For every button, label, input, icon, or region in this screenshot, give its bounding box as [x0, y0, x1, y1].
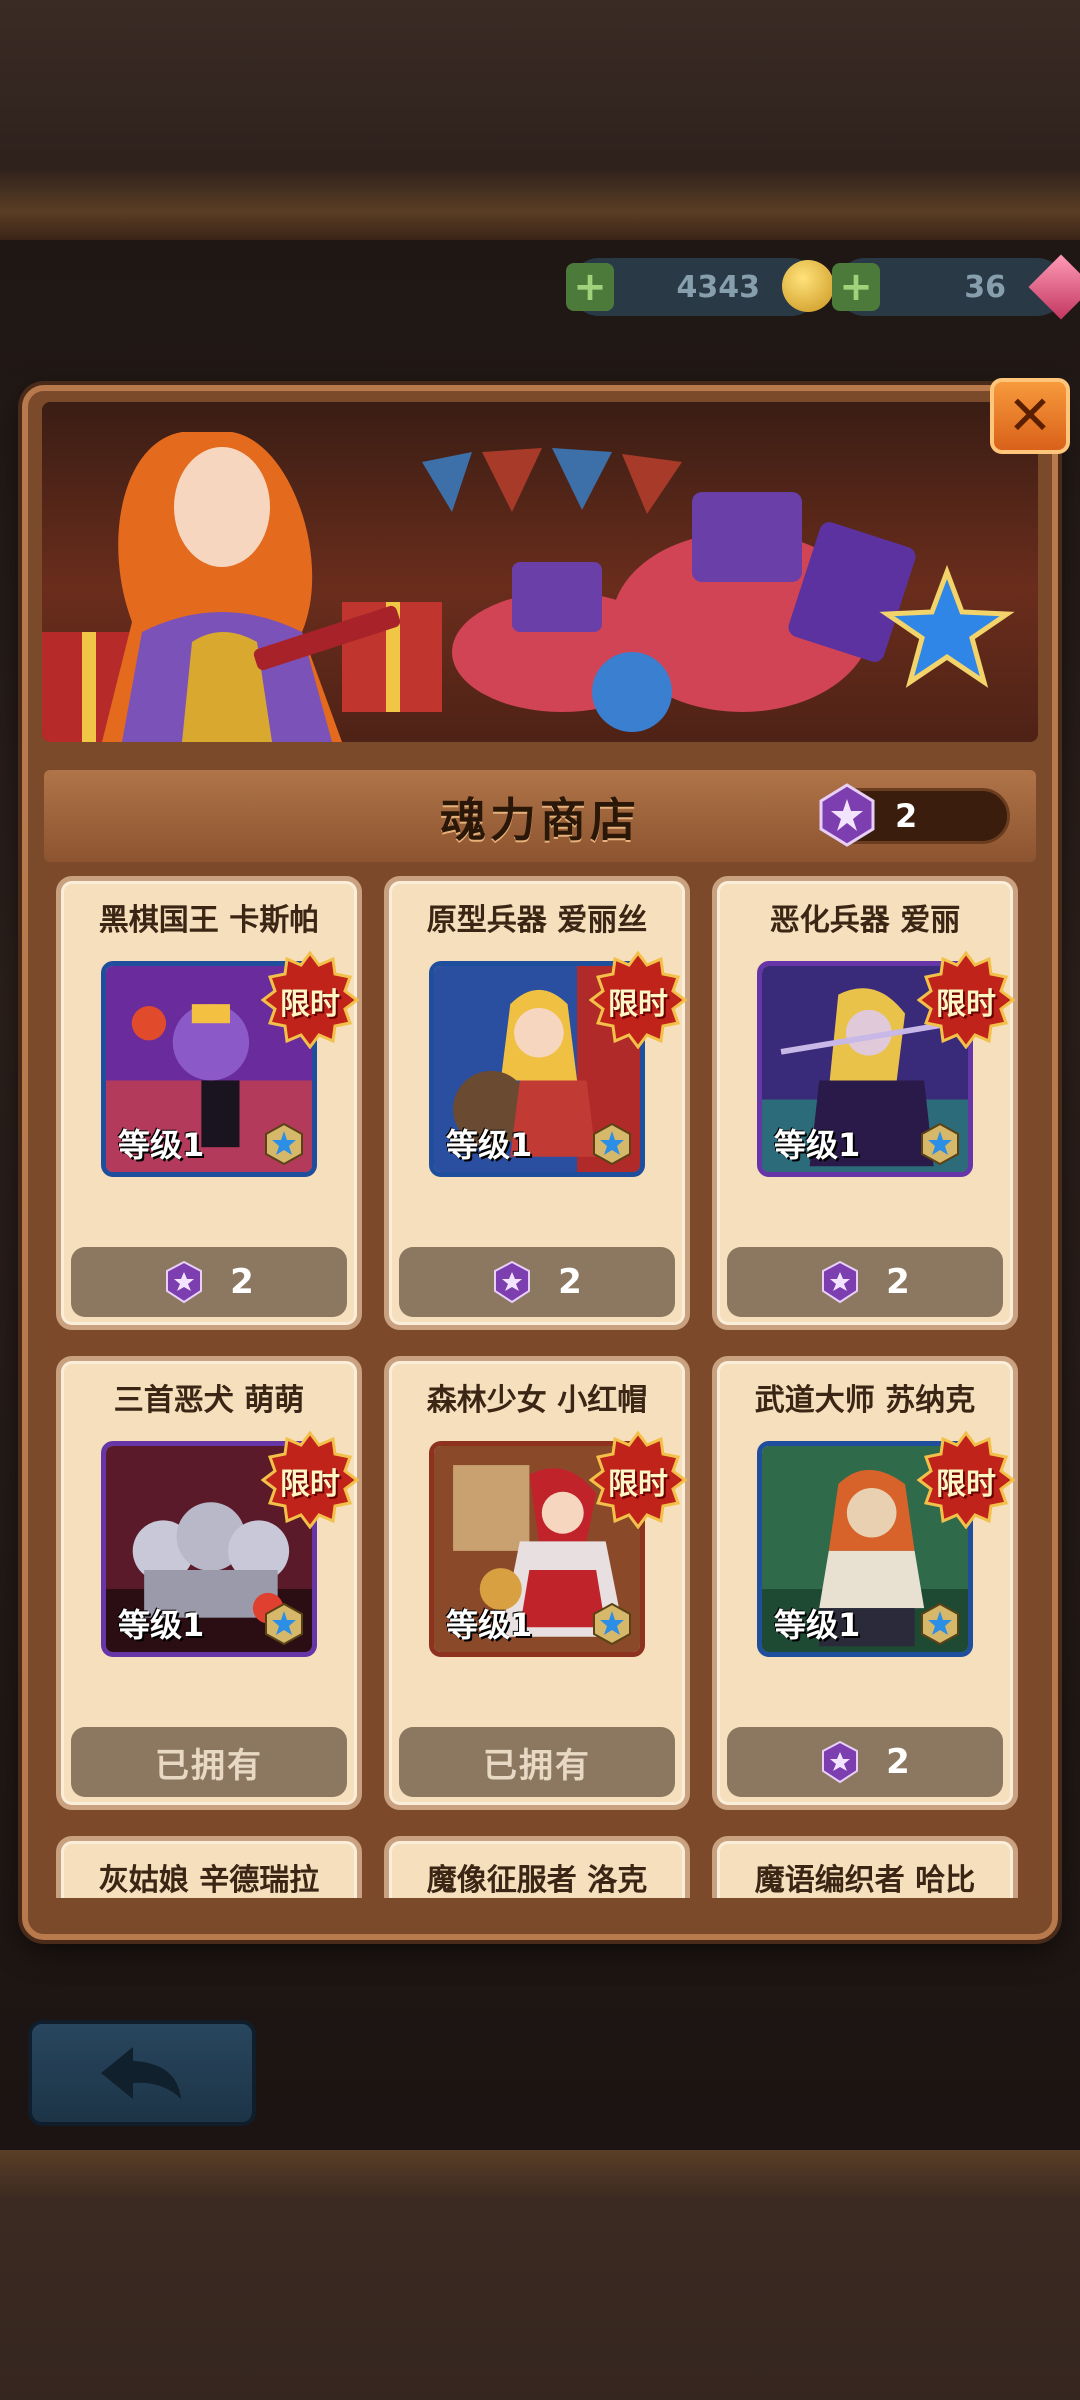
coins-counter: + 4343 [566, 258, 834, 316]
hero-name: 恶化兵器 爱丽 [769, 903, 961, 938]
hero-card[interactable]: 森林少女 小红帽 等级1 限时 已拥有 [384, 1356, 690, 1810]
limited-time-badge: 限时 [260, 1430, 360, 1530]
limited-label: 限时 [608, 987, 668, 1022]
buy-button[interactable]: 2 [727, 1727, 1003, 1797]
hero-card[interactable]: 原型兵器 爱丽丝 等级1 限时 2 [384, 876, 690, 1330]
price-value: 2 [558, 1262, 582, 1302]
hero-level: 等级1 [446, 1126, 533, 1164]
soul-gem-icon [822, 1260, 859, 1304]
back-arrow-icon [101, 2047, 181, 2099]
soul-currency-value: 2 [895, 797, 918, 835]
gems-counter: + 36 [832, 254, 1080, 320]
hero-level: 等级1 [774, 1126, 861, 1164]
hero-name: 原型兵器 爱丽丝 [426, 903, 648, 938]
limited-label: 限时 [608, 1467, 668, 1502]
limited-label: 限时 [280, 987, 340, 1022]
limited-time-badge: 限时 [588, 1430, 688, 1530]
buy-button[interactable]: 2 [71, 1247, 347, 1317]
coin-icon [782, 260, 834, 312]
hero-grid: 黑棋国王 卡斯帕 等级1 限时 2 原型兵器 爱丽丝 等级1 限时 2 恶化兵器… [44, 862, 1036, 1898]
hero-level: 等级1 [118, 1606, 205, 1644]
soul-currency-display: 2 [819, 783, 1010, 847]
hero-card[interactable]: 恶化兵器 爱丽 等级1 限时 2 [712, 876, 1018, 1330]
hero-level: 等级1 [446, 1606, 533, 1644]
close-button[interactable]: ✕ [990, 378, 1070, 454]
top-wood-frame [0, 0, 1080, 240]
hero-name: 三首恶犬 萌萌 [113, 1383, 305, 1418]
star-badge-icon [265, 1122, 303, 1166]
buy-button[interactable]: 2 [727, 1247, 1003, 1317]
hero-level: 等级1 [118, 1126, 205, 1164]
owned-label: 已拥有 [155, 1745, 263, 1786]
hero-card[interactable]: 黑棋国王 卡斯帕 等级1 限时 2 [56, 876, 362, 1330]
hero-card[interactable]: 武道大师 苏纳克 等级1 限时 2 [712, 1356, 1018, 1810]
star-badge-icon [921, 1122, 959, 1166]
soul-gem-icon [822, 1740, 859, 1784]
hero-name: 魔像征服者 洛克 [426, 1863, 648, 1898]
hero-name: 灰姑娘 辛德瑞拉 [98, 1863, 320, 1898]
hero-name: 森林少女 小红帽 [426, 1383, 648, 1418]
hero-card[interactable]: 魔语编织者 哈比 [712, 1836, 1018, 1898]
soul-gem-icon [166, 1260, 203, 1304]
limited-label: 限时 [936, 1467, 996, 1502]
soul-gem-icon [819, 783, 875, 847]
star-badge-icon [265, 1602, 303, 1646]
hero-level: 等级1 [774, 1606, 861, 1644]
limited-label: 限时 [936, 987, 996, 1022]
price-value: 2 [886, 1262, 910, 1302]
price-value: 2 [886, 1742, 910, 1782]
owned-button: 已拥有 [71, 1727, 347, 1797]
price-value: 2 [230, 1262, 254, 1302]
soul-gem-icon [494, 1260, 531, 1304]
hero-card[interactable]: 灰姑娘 辛德瑞拉 [56, 1836, 362, 1898]
add-gems-button[interactable]: + [832, 263, 880, 311]
limited-time-badge: 限时 [916, 1430, 1016, 1530]
hero-card[interactable]: 魔像征服者 洛克 [384, 1836, 690, 1898]
bottom-wood-frame [0, 2150, 1080, 2400]
hero-name: 魔语编织者 哈比 [754, 1863, 976, 1898]
shop-banner [42, 402, 1038, 742]
owned-label: 已拥有 [483, 1745, 591, 1786]
hero-name: 黑棋国王 卡斯帕 [98, 903, 320, 938]
limited-time-badge: 限时 [588, 950, 688, 1050]
star-badge-icon [593, 1602, 631, 1646]
limited-time-badge: 限时 [916, 950, 1016, 1050]
hero-card[interactable]: 三首恶犬 萌萌 等级1 限时 已拥有 [56, 1356, 362, 1810]
back-button[interactable] [28, 2020, 256, 2126]
limited-label: 限时 [280, 1467, 340, 1502]
buy-button[interactable]: 2 [399, 1247, 675, 1317]
star-badge-icon [921, 1602, 959, 1646]
limited-time-badge: 限时 [260, 950, 360, 1050]
hero-name: 武道大师 苏纳克 [754, 1383, 976, 1418]
star-badge-icon [593, 1122, 631, 1166]
add-coins-button[interactable]: + [566, 263, 614, 311]
owned-button: 已拥有 [399, 1727, 675, 1797]
close-icon: ✕ [1007, 384, 1053, 447]
